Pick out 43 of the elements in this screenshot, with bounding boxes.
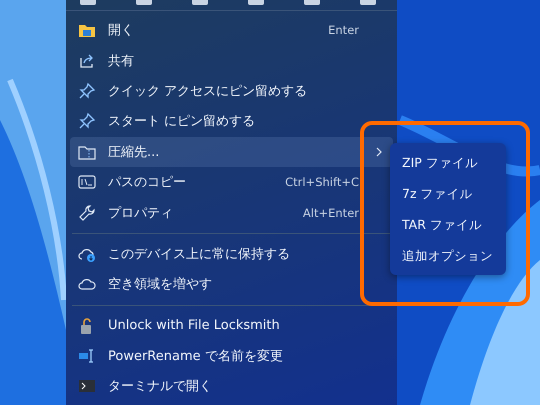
toolbar-icon[interactable] — [304, 0, 320, 5]
menu-item[interactable]: クイック アクセスにピン留めする — [70, 76, 393, 106]
menu-item-label: 開く — [108, 22, 135, 40]
menu-item-label: プロパティ — [108, 204, 174, 222]
menu-item[interactable]: 開く Enter — [70, 15, 393, 46]
submenu-item[interactable]: TAR ファイル — [390, 209, 506, 240]
toolbar-icon[interactable] — [248, 0, 264, 5]
shortcut-text: Alt+Enter — [302, 206, 359, 220]
toolbar-icon[interactable] — [80, 0, 96, 5]
submenu-item[interactable]: ZIP ファイル — [390, 147, 506, 178]
toolbar-icon[interactable] — [136, 0, 152, 5]
menu-item-label: PowerRename で名前を変更 — [108, 348, 284, 366]
chevron-right-icon — [375, 146, 383, 158]
toolbar-icon[interactable] — [192, 0, 208, 5]
submenu-item[interactable]: 追加オプション — [390, 240, 506, 271]
menu-item-label: 共有 — [108, 52, 135, 70]
shortcut-text: Ctrl+Shift+C — [285, 175, 359, 190]
menu-item-label: Unlock with File Locksmith — [108, 318, 281, 334]
menu-item-label: パスのコピー — [108, 174, 187, 192]
pin-icon — [78, 112, 96, 130]
menu-item[interactable]: ターミナルで開く — [70, 371, 393, 402]
menu-item-label: ターミナルで開く — [108, 378, 213, 396]
menu-item-label: スタート にピン留めする — [108, 113, 256, 130]
shortcut-text: Enter — [328, 23, 359, 38]
wrench-icon — [78, 204, 96, 222]
toolbar-icon[interactable] — [360, 0, 376, 5]
menu-item[interactable]: PowerRename で名前を変更 — [70, 340, 393, 372]
path-icon — [78, 173, 96, 192]
menu-item[interactable]: 圧縮先... — [70, 136, 393, 167]
menu-item[interactable]: スタート にピン留めする — [70, 106, 393, 137]
menu-item[interactable]: プロパティ Alt+Enter — [70, 197, 393, 228]
menu-item[interactable]: 共有 — [70, 45, 393, 76]
menu-item[interactable]: 空き領域を増やす — [70, 269, 393, 300]
menu-item[interactable]: Unlock with File Locksmith — [70, 310, 393, 341]
menu-item[interactable]: このデバイス上に常に保持する — [70, 238, 393, 270]
rename-icon — [78, 347, 96, 366]
menu-item-label: 空き領域を増やす — [108, 276, 213, 294]
menu-item-label: このデバイス上に常に保持する — [108, 246, 291, 263]
menu-item-label: クイック アクセスにピン留めする — [108, 82, 308, 100]
menu-item[interactable]: パスのコピー Ctrl+Shift+C — [70, 166, 393, 198]
menu-item-label: 圧縮先... — [108, 144, 160, 161]
pin-icon — [78, 82, 96, 100]
submenu-item[interactable]: 7z ファイル — [390, 178, 506, 209]
